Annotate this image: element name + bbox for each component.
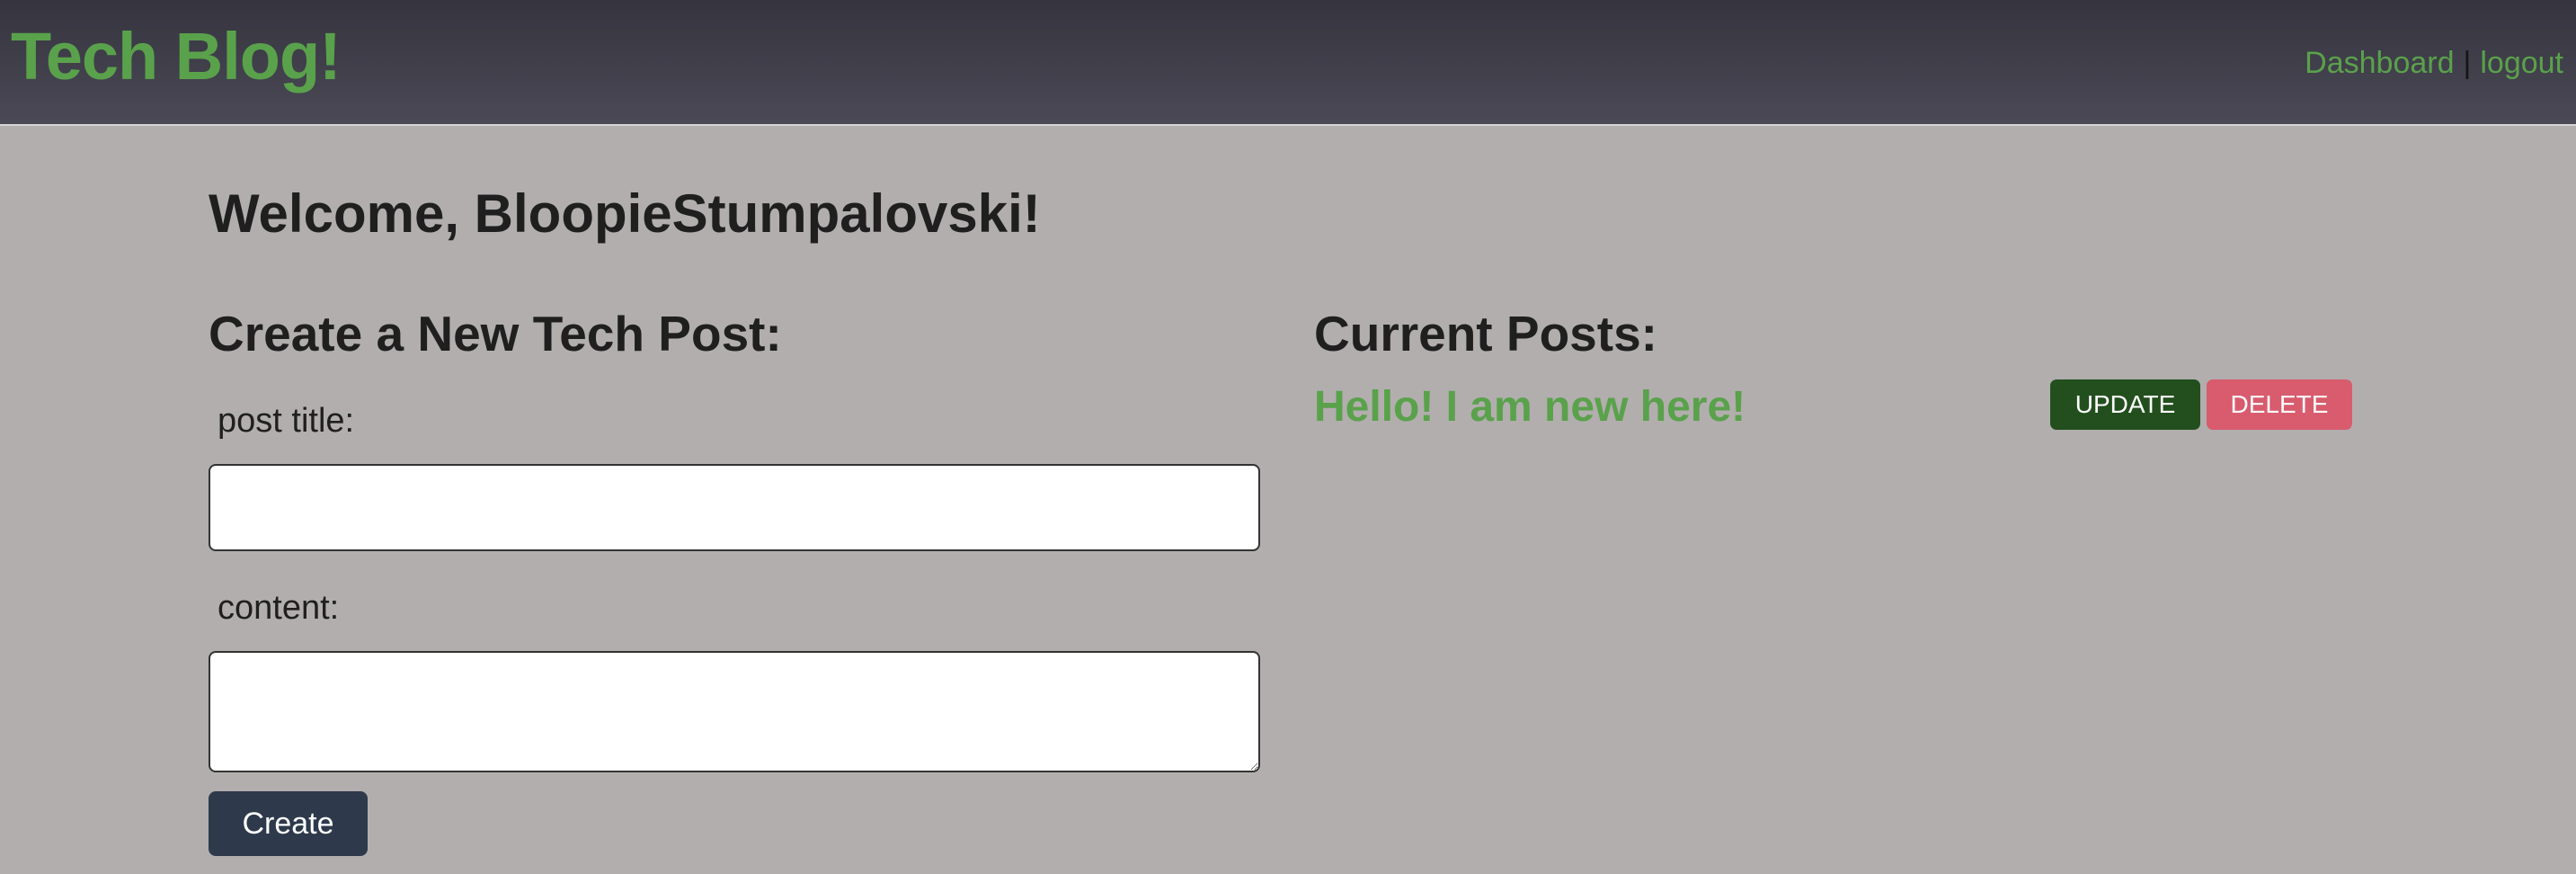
nav-separator: |: [2463, 46, 2472, 80]
dashboard-link[interactable]: Dashboard: [2305, 46, 2454, 80]
post-title-input[interactable]: [209, 464, 1260, 551]
site-brand[interactable]: Tech Blog!: [11, 16, 342, 97]
header-nav: Dashboard | logout: [2305, 41, 2563, 85]
post-title-link[interactable]: Hello! I am new here!: [1314, 378, 1745, 437]
welcome-heading: Welcome, BloopieStumpalovski!: [209, 183, 1041, 244]
post-title-label: post title:: [218, 402, 355, 440]
create-post-button[interactable]: Create: [209, 791, 368, 856]
create-post-heading: Create a New Tech Post:: [209, 306, 782, 361]
post-content-textarea[interactable]: [209, 651, 1260, 772]
delete-post-button[interactable]: DELETE: [2207, 379, 2352, 430]
post-content-label: content:: [218, 589, 340, 627]
logout-link[interactable]: logout: [2480, 46, 2563, 80]
update-post-button[interactable]: UPDATE: [2050, 379, 2200, 430]
current-posts-heading: Current Posts:: [1314, 306, 1657, 361]
site-header: Tech Blog! Dashboard | logout: [0, 0, 2576, 126]
